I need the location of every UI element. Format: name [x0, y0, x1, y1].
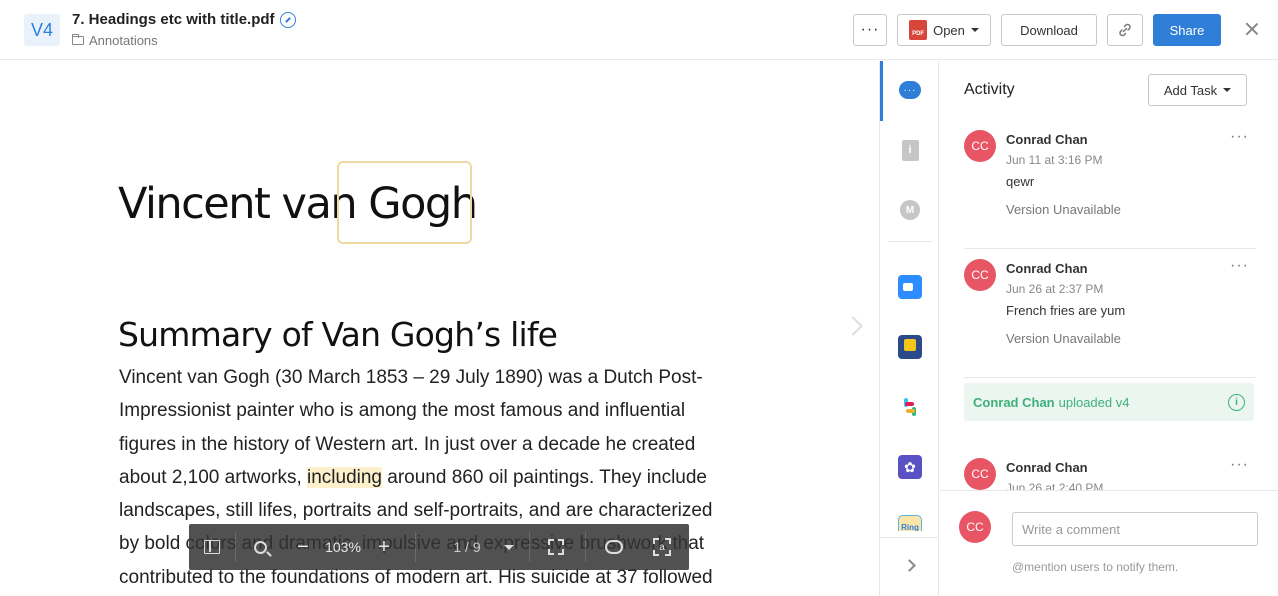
avatar: CC — [964, 130, 996, 162]
next-file-arrow-icon[interactable] — [843, 316, 863, 336]
open-label: Open — [933, 22, 965, 38]
details-icon[interactable]: i — [898, 138, 922, 162]
copy-link-button[interactable] — [1107, 14, 1143, 46]
zoom-out-button[interactable]: − — [292, 524, 314, 570]
file-name: 7. Headings etc with title.pdf — [72, 11, 275, 28]
share-button[interactable]: Share — [1153, 14, 1221, 46]
paragraph-text: figures in the history of Western art. I… — [119, 433, 696, 455]
breadcrumb[interactable]: Annotations — [72, 33, 158, 48]
upload-action: uploaded v4 — [1058, 394, 1130, 410]
zoom-in-button[interactable]: + — [373, 524, 395, 570]
caret-down-icon — [970, 28, 979, 32]
paragraph-line: about 2,100 artworks, including around 8… — [119, 461, 769, 494]
breadcrumb-folder[interactable]: Annotations — [89, 33, 158, 48]
shared-link-icon[interactable] — [280, 12, 296, 28]
expand-sidebar-icon[interactable] — [903, 559, 916, 572]
paragraph-text: about 2,100 artworks, — [119, 466, 307, 488]
slack-icon[interactable] — [898, 395, 922, 419]
acrobat-icon[interactable]: ✿ — [898, 455, 922, 479]
link-icon — [1119, 23, 1131, 37]
toolbar-divider — [585, 532, 586, 562]
add-task-button[interactable]: Add Task — [1148, 74, 1247, 106]
paragraph-line: Vincent van Gogh (30 March 1853 – 29 Jul… — [119, 361, 769, 394]
more-options-button[interactable]: ··· — [853, 14, 887, 46]
comment-more-icon[interactable]: ··· — [1230, 457, 1248, 473]
find-icon[interactable] — [247, 524, 273, 570]
comment-text: French fries are yum — [1006, 303, 1126, 318]
paragraph-line: landscapes, still lifes, portraits and s… — [119, 494, 769, 527]
highlight-annotation[interactable]: including — [307, 466, 382, 488]
pdf-icon: PDF — [909, 20, 928, 40]
fullscreen-icon[interactable] — [545, 524, 567, 570]
panel-title: Activity — [964, 81, 1015, 98]
activity-feed[interactable]: CC Conrad Chan Jun 11 at 3:16 PM qewr Ve… — [940, 120, 1278, 491]
thumbnails-toggle-icon[interactable] — [199, 524, 225, 570]
version-upload-note: Conrad Chan uploaded v4 i — [964, 383, 1254, 421]
paragraph-text: around 860 oil paintings. They include — [382, 466, 707, 488]
comment-author[interactable]: Conrad Chan — [1006, 261, 1088, 276]
comment-timestamp: Jun 26 at 2:37 PM — [1006, 282, 1104, 296]
point-annotation-icon[interactable] — [601, 524, 627, 570]
version-badge[interactable]: V4 — [24, 14, 60, 46]
paragraph-text: landscapes, still lifes, portraits and s… — [119, 500, 713, 522]
region-annotation[interactable] — [337, 161, 472, 244]
paragraph-text: Impressionist painter who is among the m… — [119, 400, 686, 422]
rail-divider — [888, 241, 932, 242]
comment-author[interactable]: Conrad Chan — [1006, 132, 1088, 147]
upload-author[interactable]: Conrad Chan — [973, 395, 1055, 410]
comment-item: CC Conrad Chan Jun 26 at 2:37 PM French … — [964, 258, 1256, 378]
comment-timestamp: Jun 11 at 3:16 PM — [1006, 153, 1103, 167]
download-button[interactable]: Download — [1001, 14, 1097, 46]
ringcentral-icon[interactable]: Ring — [898, 515, 922, 531]
caret-down-icon — [1223, 88, 1232, 92]
region-annotation-icon[interactable]: a — [649, 524, 675, 570]
current-user-avatar: CC — [959, 511, 991, 543]
activity-panel: Activity Add Task CC Conrad Chan Jun 11 … — [940, 61, 1278, 596]
comment-item: CC Conrad Chan Jun 26 at 2:40 PM ··· — [964, 457, 1256, 491]
page-caret-icon[interactable] — [501, 524, 517, 570]
comment-text: qewr — [1006, 174, 1035, 189]
pdf-toolbar: − 103% + 1 / 9 a — [189, 524, 689, 570]
folder-icon — [72, 34, 84, 45]
comment-author[interactable]: Conrad Chan — [1006, 460, 1088, 475]
paragraph-line: figures in the history of Western art. I… — [119, 428, 769, 461]
download-app-icon[interactable] — [898, 335, 922, 359]
active-tab-indicator — [880, 61, 883, 121]
comment-timestamp: Jun 26 at 2:40 PM — [1006, 481, 1104, 491]
info-icon[interactable]: i — [1228, 394, 1245, 411]
comment-more-icon[interactable]: ··· — [1230, 258, 1248, 274]
toolbar-divider — [235, 532, 236, 562]
avatar: CC — [964, 259, 996, 291]
toolbar-divider — [415, 532, 416, 562]
metadata-icon[interactable]: M — [898, 198, 922, 222]
zoom-level: 103% — [325, 539, 361, 555]
comment-version: Version Unavailable — [1006, 331, 1121, 346]
paragraph-line: Impressionist painter who is among the m… — [119, 394, 769, 427]
comment-more-icon[interactable]: ··· — [1230, 129, 1248, 145]
add-task-label: Add Task — [1163, 82, 1218, 98]
page-indicator[interactable]: 1 / 9 — [445, 524, 489, 570]
zoom-app-icon[interactable] — [898, 275, 922, 299]
document-heading: Summary of Van Gogh’s life — [118, 315, 558, 354]
paragraph-text: Vincent van Gogh (30 March 1853 – 29 Jul… — [119, 367, 703, 388]
sidebar-rail: ··· i M ✿ Ring — [879, 61, 939, 596]
close-icon[interactable] — [1243, 20, 1261, 38]
toolbar-divider — [529, 532, 530, 562]
avatar: CC — [964, 458, 996, 490]
comment-input[interactable] — [1012, 512, 1258, 546]
mention-hint: @mention users to notify them. — [1012, 560, 1179, 574]
document-viewer[interactable]: Vincent van Gogh Summary of Van Gogh’s l… — [0, 61, 879, 596]
activity-icon[interactable]: ··· — [898, 78, 922, 102]
preview-header: V4 7. Headings etc with title.pdf Annota… — [0, 0, 1278, 60]
rail-divider — [880, 537, 938, 538]
comment-version: Version Unavailable — [1006, 202, 1121, 217]
comment-item: CC Conrad Chan Jun 11 at 3:16 PM qewr Ve… — [964, 129, 1256, 249]
open-with-button[interactable]: PDF Open — [897, 14, 991, 46]
